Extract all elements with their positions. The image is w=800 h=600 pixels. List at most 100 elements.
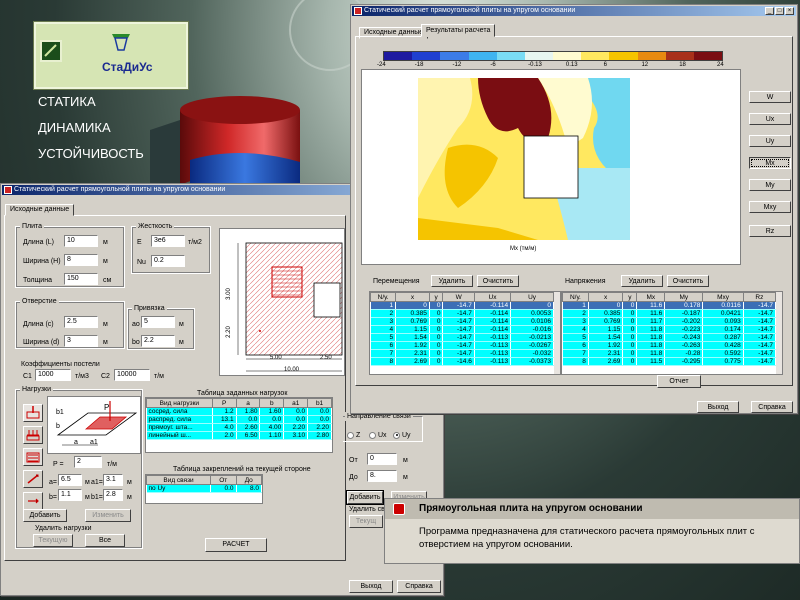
edit-load-button[interactable]: Изменить [85, 509, 131, 522]
col-load-type[interactable]: Вид нагрузки [146, 398, 213, 408]
side-button-uy[interactable]: Uy [749, 135, 791, 147]
ao-field[interactable]: 5 [141, 316, 175, 328]
table-row[interactable]: сосред. сила 1.2 1.80 1.60 0.0 0.0 [146, 407, 332, 416]
table-row[interactable]: 2 0.385 0 -14.7 -0.114 0.0053 [370, 309, 554, 318]
table-row[interactable]: 5 1.54 0 -14.7 -0.113 -0.0213 [370, 333, 554, 342]
table-row[interactable]: 7 2.31 0 -14.7 -0.113 -0.032 [370, 349, 554, 358]
c1-field[interactable]: 1000 [35, 369, 71, 381]
nu-field[interactable]: 0.2 [151, 255, 185, 267]
col-rz[interactable]: Rz [742, 292, 777, 302]
table-row[interactable]: прямоуг. шта... 4.0 2.60 4.00 2.20 2.20 [146, 423, 332, 432]
col-p[interactable]: P [211, 398, 237, 408]
col-mxy[interactable]: Mxy [702, 292, 744, 302]
col-from[interactable]: От [210, 475, 237, 485]
table-row[interactable]: 4 1.15 0 -14.7 -0.114 -0.016 [370, 325, 554, 334]
col-b1[interactable]: b1 [307, 398, 332, 408]
col-x[interactable]: x [587, 292, 624, 302]
side-button-mx[interactable]: Mx [749, 157, 791, 169]
table-row[interactable]: распред. сила 13.1 0.0 0.0 0.0 0.0 [146, 415, 332, 424]
table-row[interactable]: 8 2.69 0 11.5 -0.295 0.775 -14.7 [562, 357, 777, 366]
col-my[interactable]: My [664, 292, 704, 302]
menu-dynamics[interactable]: ДИНАМИКА [38, 120, 111, 135]
col-y[interactable]: y [428, 292, 444, 302]
delete-current-load-button[interactable]: Текущую [33, 534, 73, 547]
side-button-mxy[interactable]: Mxy [749, 201, 791, 213]
table-row[interactable]: 3 0.769 0 11.7 -0.202 0.093 -14.7 [562, 317, 777, 326]
e-field[interactable]: 3e6 [151, 235, 185, 247]
col-a1[interactable]: a1 [283, 398, 309, 408]
stress-clear-button[interactable]: Очистить [667, 275, 709, 287]
hole-width-field[interactable]: 3 [64, 335, 98, 347]
help-button[interactable]: Справка [397, 580, 441, 593]
menu-stability[interactable]: УСТОЙЧИВОСТЬ [38, 146, 144, 161]
col-a[interactable]: a [235, 398, 261, 408]
disp-clear-button[interactable]: Очистить [477, 275, 519, 287]
table-row[interactable]: 6 1.92 0 11.8 -0.263 0.428 -14.7 [562, 341, 777, 350]
table-row[interactable]: 4 1.15 0 11.8 -0.223 0.174 -14.7 [562, 325, 777, 334]
table-row[interactable]: 3 0.769 0 -14.7 -0.114 0.0106 [370, 317, 554, 326]
table-row[interactable]: 1 0 0 11.6 0.178 0.0116 -14.7 [562, 301, 777, 310]
hole-length-field[interactable]: 2.5 [64, 316, 98, 328]
tab-input-data[interactable]: Исходные данные [5, 204, 75, 216]
results-window-titlebar[interactable]: Статический расчет прямоугольной плиты н… [352, 6, 796, 16]
c2-field[interactable]: 10000 [114, 369, 150, 381]
table-row[interactable]: линейный ш... 2.0 6.50 1.10 3.10 2.80 [146, 431, 332, 440]
col-link-type[interactable]: Вид связи [146, 475, 212, 485]
add-link-button[interactable]: Добавить [346, 490, 384, 505]
col-w[interactable]: W [442, 292, 475, 302]
col-uy[interactable]: Uy [510, 292, 554, 302]
stress-delete-button[interactable]: Удалить [621, 275, 663, 287]
minimize-button[interactable]: _ [765, 7, 774, 15]
col-b[interactable]: b [259, 398, 285, 408]
p-field[interactable]: 2 [74, 456, 102, 468]
from-field[interactable]: 0 [367, 453, 397, 465]
rect-stamp-load-icon[interactable] [23, 448, 43, 466]
side-button-w[interactable]: W [749, 91, 791, 103]
side-button-ux[interactable]: Ux [749, 113, 791, 125]
side-button-my[interactable]: My [749, 179, 791, 191]
col-ux[interactable]: Ux [473, 292, 512, 302]
calculate-button[interactable]: РАСЧЕТ [205, 538, 267, 552]
plate-length-field[interactable]: 10 [64, 235, 98, 247]
table-row[interactable]: 7 2.31 0 11.8 -0.28 0.592 -14.7 [562, 349, 777, 358]
side-button-rz[interactable]: Rz [749, 225, 791, 237]
plate-width-field[interactable]: 8 [64, 254, 98, 266]
results-help-button[interactable]: Справка [751, 401, 793, 413]
disp-delete-button[interactable]: Удалить [431, 275, 473, 287]
radio-uy[interactable]: Uy [393, 431, 411, 440]
col-y[interactable]: y [622, 292, 638, 302]
exit-button[interactable]: Выход [349, 580, 393, 593]
plate-thickness-field[interactable]: 150 [64, 273, 98, 285]
b-field[interactable]: 1.1 [58, 489, 82, 501]
to-field[interactable]: 8. [367, 470, 397, 482]
table-row[interactable]: 1 0 0 -14.7 -0.114 0 [370, 301, 554, 310]
a1-field[interactable]: 3.1 [103, 474, 123, 486]
menu-statics[interactable]: СТАТИКА [38, 94, 96, 109]
disp-scrollbar[interactable] [554, 292, 560, 374]
add-load-button[interactable]: Добавить [23, 509, 67, 522]
col-x[interactable]: x [395, 292, 430, 302]
table-row[interactable]: 2 0.385 0 11.6 -0.187 0.0421 -14.7 [562, 309, 777, 318]
distributed-load-icon[interactable] [23, 426, 43, 444]
concentrated-load-icon[interactable] [23, 404, 43, 422]
tab-results[interactable]: Результаты расчета [421, 24, 496, 37]
report-button[interactable]: Отчет [657, 375, 701, 388]
col-to[interactable]: До [235, 475, 262, 485]
radio-z[interactable]: Z [347, 431, 360, 440]
table-row[interactable]: 8 2.69 0 -14.6 -0.113 -0.0373 [370, 357, 554, 366]
delete-current-link-button[interactable]: Текущ [349, 515, 383, 528]
linear-load-icon[interactable] [23, 470, 43, 488]
b1-field[interactable]: 2.8 [103, 489, 123, 501]
delete-all-loads-button[interactable]: Все [85, 534, 125, 547]
line-load-icon[interactable] [23, 492, 43, 510]
bo-field[interactable]: 2.2 [141, 335, 175, 347]
stress-scrollbar[interactable] [776, 292, 782, 374]
table-row[interactable]: по Uy 0.0 8.0 [146, 484, 262, 493]
maximize-button[interactable]: □ [775, 7, 784, 15]
close-button[interactable]: × [785, 7, 794, 15]
table-row[interactable]: 5 1.54 0 11.8 -0.243 0.287 -14.7 [562, 333, 777, 342]
radio-ux[interactable]: Ux [369, 431, 387, 440]
col-mx[interactable]: Mx [636, 292, 666, 302]
a-field[interactable]: 6.5 [58, 474, 82, 486]
results-exit-button[interactable]: Выход [697, 401, 739, 413]
